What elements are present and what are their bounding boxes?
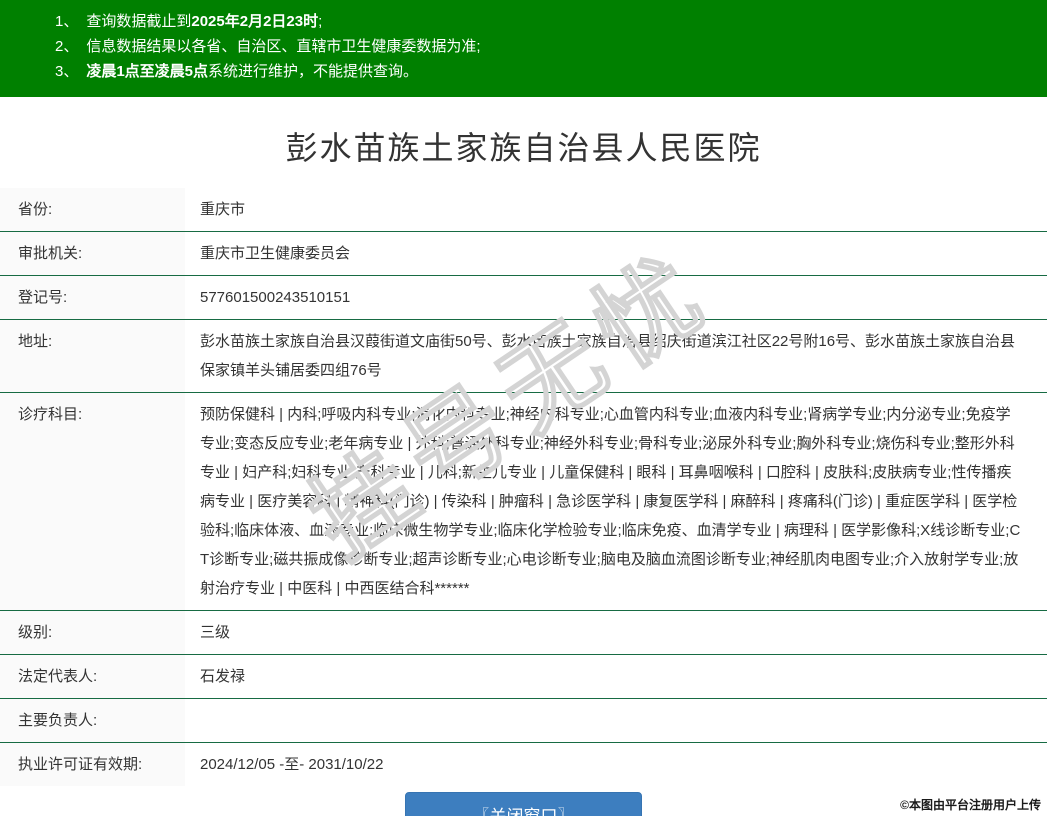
- page-title: 彭水苗族土家族自治县人民医院: [285, 130, 762, 166]
- notice-text-bold: 凌晨1点至凌晨5点: [86, 63, 209, 80]
- row-label: 级别:: [0, 611, 185, 654]
- row-value: 彭水苗族土家族自治县汉葭街道文庙街50号、彭水苗族土家族自治县绍庆街道滨江社区2…: [185, 320, 1047, 392]
- table-row-province: 省份: 重庆市: [0, 188, 1047, 232]
- table-row-registration-number: 登记号: 577601500243510151: [0, 276, 1047, 320]
- notice-number: 2、: [55, 38, 79, 55]
- notice-text: 查询数据截止到: [86, 13, 192, 30]
- table-row-license-validity: 执业许可证有效期: 2024/12/05 -至- 2031/10/22: [0, 743, 1047, 786]
- table-row-approval-authority: 审批机关: 重庆市卫生健康委员会: [0, 232, 1047, 276]
- row-value: 三级: [185, 611, 1047, 654]
- row-value: 重庆市: [185, 188, 1047, 231]
- row-label: 法定代表人:: [0, 655, 185, 698]
- row-label: 省份:: [0, 188, 185, 231]
- notice-text-bold: 2025年2月2日23时: [191, 13, 319, 30]
- table-row-legal-representative: 法定代表人: 石发禄: [0, 655, 1047, 699]
- row-value: 重庆市卫生健康委员会: [185, 232, 1047, 275]
- notice-text: 系统进行维护，不能提供查询。: [208, 63, 419, 80]
- table-row-medical-subjects: 诊疗科目: 预防保健科 | 内科;呼吸内科专业;消化内科专业;神经内科专业;心血…: [0, 393, 1047, 611]
- row-value: 577601500243510151: [185, 276, 1047, 319]
- notice-banner: 1、 查询数据截止到2025年2月2日23时; 2、 信息数据结果以各省、自治区、直…: [0, 0, 1047, 97]
- button-bar: 〖关闭窗口〗: [0, 792, 1047, 816]
- table-row-address: 地址: 彭水苗族土家族自治县汉葭街道文庙街50号、彭水苗族土家族自治县绍庆街道滨…: [0, 320, 1047, 393]
- notice-line-2: 2、 信息数据结果以各省、自治区、直辖市卫生健康委数据为准;: [0, 34, 1047, 59]
- hospital-info-table: 省份: 重庆市 审批机关: 重庆市卫生健康委员会 登记号: 5776015002…: [0, 188, 1047, 786]
- notice-line-1: 1、 查询数据截止到2025年2月2日23时;: [0, 9, 1047, 34]
- row-value: 预防保健科 | 内科;呼吸内科专业;消化内科专业;神经内科专业;心血管内科专业;…: [185, 393, 1047, 610]
- notice-number: 3、: [55, 63, 79, 80]
- notice-line-3: 3、 凌晨1点至凌晨5点系统进行维护，不能提供查询。: [0, 59, 1047, 84]
- row-value: 2024/12/05 -至- 2031/10/22: [185, 743, 1047, 786]
- table-row-level: 级别: 三级: [0, 611, 1047, 655]
- close-window-button[interactable]: 〖关闭窗口〗: [405, 792, 642, 816]
- notice-text: ;: [318, 13, 323, 30]
- row-label: 执业许可证有效期:: [0, 743, 185, 786]
- row-label: 登记号:: [0, 276, 185, 319]
- row-label: 地址:: [0, 320, 185, 392]
- footer-upload-note: ©本图由平台注册用户上传: [900, 798, 1041, 812]
- row-label: 审批机关:: [0, 232, 185, 275]
- notice-text: 信息数据结果以各省、自治区、直辖市卫生健康委数据为准;: [86, 38, 481, 55]
- row-value: 石发禄: [185, 655, 1047, 698]
- notice-number: 1、: [55, 13, 79, 30]
- table-row-main-person-in-charge: 主要负责人:: [0, 699, 1047, 743]
- row-label: 主要负责人:: [0, 699, 185, 742]
- row-label: 诊疗科目:: [0, 393, 185, 610]
- row-value: [185, 699, 1047, 742]
